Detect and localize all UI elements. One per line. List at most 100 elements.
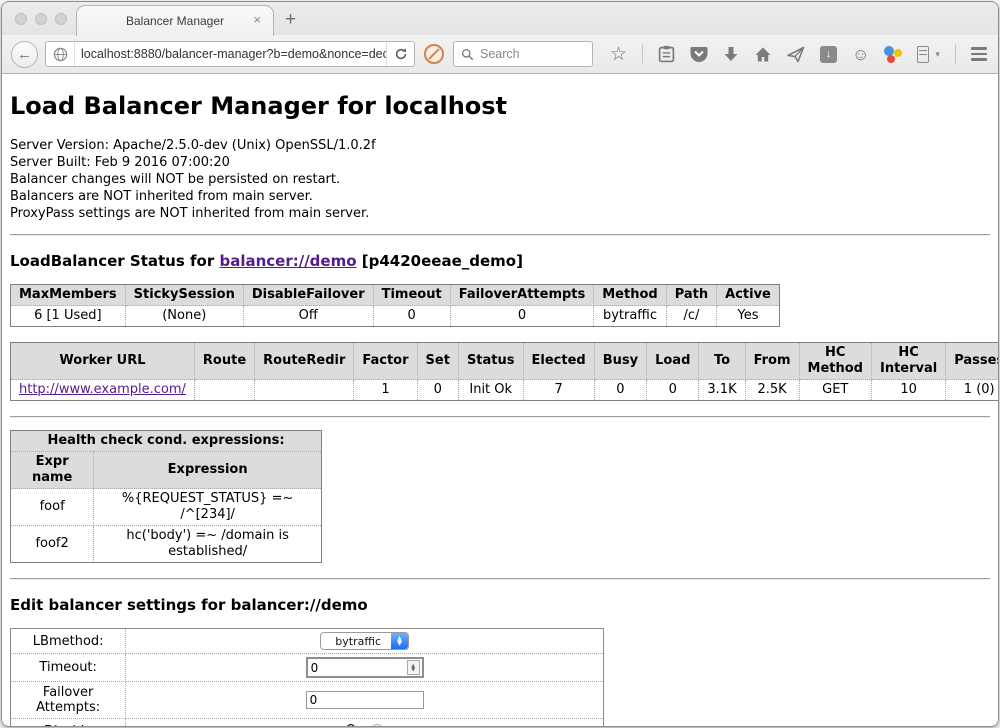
table-cell: 0: [417, 380, 458, 401]
disable-failover-label: Disable Failover:: [11, 719, 126, 727]
column-header: Path: [666, 285, 716, 306]
disable-failover-row: Disable Failover: On Off: [11, 719, 604, 727]
table-cell: 3.1K: [699, 380, 745, 401]
table-cell: 0: [594, 380, 646, 401]
column-header: MaxMembers: [11, 285, 126, 306]
lbmethod-select[interactable]: bytraffic ▲▼: [320, 632, 409, 650]
table-cell: http://www.example.com/: [11, 380, 195, 401]
toolbar-separator: [642, 44, 643, 64]
table-cell: %{REQUEST_STATUS} =~ /^[234]/: [94, 489, 322, 526]
column-header: StickySession: [125, 285, 243, 306]
search-bar[interactable]: Search: [453, 41, 593, 67]
table-cell: 1 (0): [946, 380, 998, 401]
column-header: Active: [717, 285, 780, 306]
column-header: Load: [647, 343, 699, 380]
menu-hamburger-icon[interactable]: [971, 47, 987, 61]
toolbar-icons: ☆ ↓ ☺ ▾: [610, 44, 999, 64]
table-cell: [194, 380, 254, 401]
send-plane-icon[interactable]: [787, 46, 805, 63]
table-cell: GET: [799, 380, 871, 401]
column-header: Elected: [523, 343, 594, 380]
table-cell: Yes: [717, 306, 780, 327]
bookmark-star-icon[interactable]: ☆: [610, 45, 627, 64]
inherit-notice-line: Balancers are NOT inherited from main se…: [10, 188, 990, 205]
table-cell: 10: [871, 380, 945, 401]
table-title: Health check cond. expressions:: [11, 431, 322, 452]
content-blocker-icon[interactable]: [424, 44, 444, 64]
downloads-arrow-icon[interactable]: [723, 46, 739, 63]
table-cell: 1: [354, 380, 417, 401]
tab-close-icon[interactable]: ×: [253, 13, 261, 26]
table-cell: Init Ok: [458, 380, 523, 401]
page-title: Load Balancer Manager for localhost: [10, 92, 990, 120]
close-window-button[interactable]: [15, 13, 27, 25]
tab-balancer-manager[interactable]: Balancer Manager ×: [76, 5, 274, 36]
number-stepper-icon[interactable]: ▲▼: [407, 660, 420, 675]
bookmarks-clipboard-icon[interactable]: [658, 45, 675, 63]
column-header: Expression: [94, 452, 322, 489]
table-cell: 0: [450, 306, 594, 327]
back-button[interactable]: ←: [11, 41, 38, 68]
radio-on-label: On: [346, 722, 364, 726]
edit-balancer-heading: Edit balancer settings for balancer://de…: [10, 596, 990, 614]
new-tab-button[interactable]: +: [285, 10, 296, 29]
status-heading-suffix: [p4420eeae_demo]: [357, 252, 523, 270]
worker-url-link[interactable]: http://www.example.com/: [19, 382, 186, 397]
failover-attempts-label: Failover Attempts:: [11, 682, 126, 719]
home-icon[interactable]: [754, 46, 772, 63]
zoom-window-button[interactable]: [55, 13, 67, 25]
pocket-icon[interactable]: [690, 46, 708, 63]
table-cell: foof2: [11, 526, 94, 563]
column-header: Expr name: [11, 452, 94, 489]
table-cell: 0: [373, 306, 450, 327]
column-header: RouteRedir: [255, 343, 354, 380]
table-cell: (None): [125, 306, 243, 327]
save-to-device-icon[interactable]: ↓: [820, 46, 837, 63]
timeout-input[interactable]: [308, 661, 407, 675]
navigation-toolbar: ← localhost:8880/balancer-manager?b=demo…: [2, 35, 998, 74]
timeout-row: Timeout: ▲▼: [11, 654, 604, 682]
battery-extension-icon[interactable]: [917, 46, 929, 63]
site-identity-globe-icon[interactable]: [46, 42, 75, 66]
url-text[interactable]: localhost:8880/balancer-manager?b=demo&n…: [75, 47, 386, 61]
column-header: Status: [458, 343, 523, 380]
table-cell: hc('body') =~ /domain is established/: [94, 526, 322, 563]
minimize-window-button[interactable]: [35, 13, 47, 25]
url-bar[interactable]: localhost:8880/balancer-manager?b=demo&n…: [45, 41, 415, 67]
balancer-settings-form: LBmethod: bytraffic ▲▼ Timeout: ▲▼: [10, 628, 604, 726]
search-icon[interactable]: [461, 48, 474, 61]
balancer-demo-link[interactable]: balancer://demo: [219, 252, 356, 270]
table-cell: 7: [523, 380, 594, 401]
window-controls: [15, 13, 67, 25]
status-heading-prefix: LoadBalancer Status for: [10, 252, 219, 270]
column-header: Route: [194, 343, 254, 380]
failover-attempts-input[interactable]: [306, 691, 424, 709]
column-header: FailoverAttempts: [450, 285, 594, 306]
table-cell: bytraffic: [594, 306, 666, 327]
lbmethod-label: LBmethod:: [11, 629, 126, 654]
reload-icon[interactable]: [386, 42, 414, 66]
column-header: Set: [417, 343, 458, 380]
tab-strip: Balancer Manager × +: [2, 2, 998, 35]
extension-color-dots-icon[interactable]: [884, 45, 902, 63]
chevron-down-icon[interactable]: ▾: [935, 49, 940, 60]
proxypass-notice-line: ProxyPass settings are NOT inherited fro…: [10, 205, 990, 222]
column-header: HC Interval: [871, 343, 945, 380]
persist-notice-line: Balancer changes will NOT be persisted o…: [10, 171, 990, 188]
worker-status-table: Worker URLRouteRouteRedirFactorSetStatus…: [10, 342, 998, 401]
balancer-status-table: MaxMembersStickySessionDisableFailoverTi…: [10, 284, 780, 327]
toolbar-separator: [955, 44, 956, 64]
radio-on[interactable]: [370, 724, 384, 727]
horizontal-rule: [10, 578, 990, 580]
table-cell: /c/: [666, 306, 716, 327]
table-cell: Off: [243, 306, 373, 327]
browser-window: Balancer Manager × + ← localhost:8880/ba…: [1, 1, 999, 727]
feedback-smiley-icon[interactable]: ☺: [852, 46, 869, 63]
horizontal-rule: [10, 416, 990, 418]
lbmethod-row: LBmethod: bytraffic ▲▼: [11, 629, 604, 654]
table-row: foof2hc('body') =~ /domain is establishe…: [11, 526, 322, 563]
column-header: Busy: [594, 343, 646, 380]
column-header: Worker URL: [11, 343, 195, 380]
table-cell: 0: [647, 380, 699, 401]
column-header: Timeout: [373, 285, 450, 306]
